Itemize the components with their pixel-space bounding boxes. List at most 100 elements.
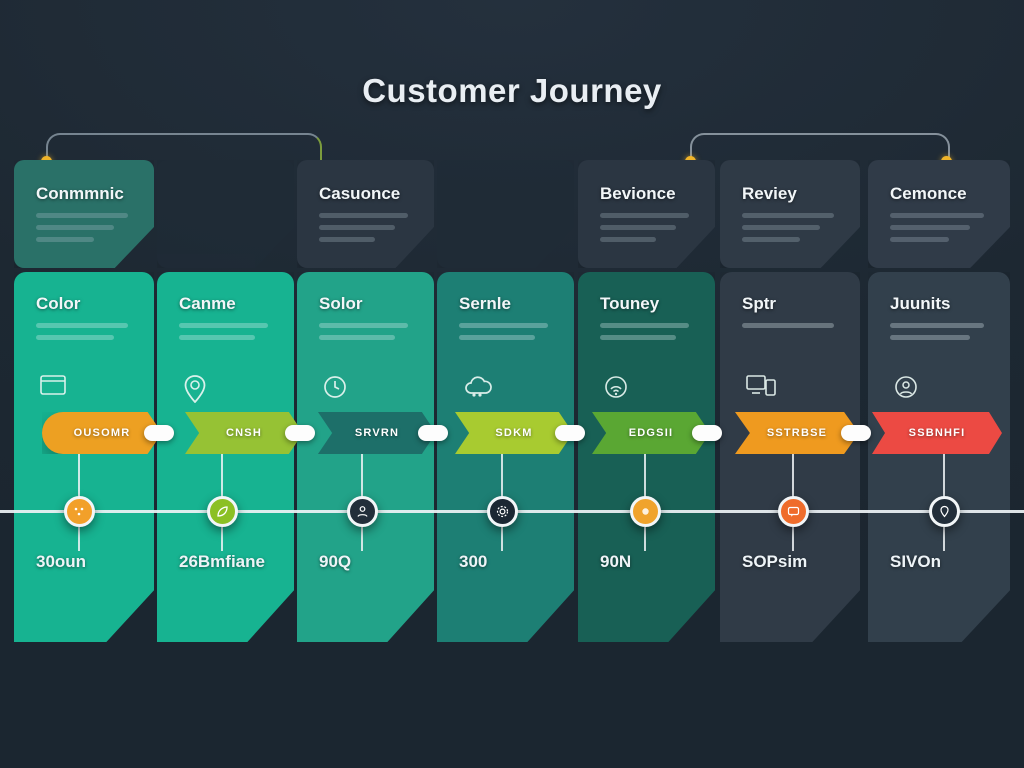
node-stem-lower <box>792 527 794 551</box>
stage-card-main[interactable]: Color <box>14 272 154 642</box>
timeline-node-6[interactable] <box>778 496 809 527</box>
node-stem-lower <box>78 527 80 551</box>
map-pin-icon <box>183 375 207 403</box>
stage-card-main-title: Canme <box>179 294 236 313</box>
node-stem-upper <box>78 454 80 498</box>
stage-card-top[interactable]: Conmmnic <box>14 160 154 268</box>
node-stem-upper <box>221 454 223 498</box>
clock-icon <box>323 375 347 399</box>
stage-card-main[interactable]: Juunits <box>868 272 1010 642</box>
stage-metric-block: 300 <box>437 552 574 581</box>
stage-card-top-title: Conmmnic <box>36 184 124 203</box>
dots-icon <box>73 505 86 518</box>
stage-metric-value: 26Bmfiane <box>179 552 265 571</box>
stage-card-top[interactable]: Cemonce <box>868 160 1010 268</box>
stage-ribbon-label: OUSOMR <box>73 427 131 439</box>
text-line <box>890 225 970 230</box>
node-stem-lower <box>361 527 363 551</box>
node-stem-lower <box>501 527 503 551</box>
text-line <box>319 237 376 242</box>
journey-column-6[interactable]: Reviey Sptr SOPsim <box>720 0 860 768</box>
stage-metric-block: 30oun <box>14 552 154 581</box>
journey-column-4[interactable]: Sernle 300 <box>437 0 574 768</box>
stage-card-main-title: Solor <box>319 294 363 313</box>
infographic-canvas: Customer Journey Conmmnic Color 30oun Canme… <box>0 0 1024 768</box>
stage-metric-value: 90N <box>600 552 632 571</box>
text-line <box>459 323 549 328</box>
ribbon-connector-pill <box>285 425 315 441</box>
stage-ribbon-label: SDKM <box>495 427 533 439</box>
stage-card-main[interactable]: Touney <box>578 272 715 642</box>
ribbon-connector-pill <box>418 425 448 441</box>
chat-icon <box>787 505 800 518</box>
ribbon-connector-pill <box>692 425 722 441</box>
text-line <box>319 323 409 328</box>
stage-card-main-title: Color <box>36 294 81 313</box>
gear-icon <box>496 505 509 518</box>
stage-card-top[interactable]: Casuonce <box>297 160 434 268</box>
journey-column-5[interactable]: Bevionce Touney 90N <box>578 0 715 768</box>
stage-card-main-title: Sptr <box>742 294 776 313</box>
browser-window-icon <box>40 375 66 395</box>
timeline-node-1[interactable] <box>64 496 95 527</box>
stage-metric-block: 26Bmfiane <box>157 552 294 581</box>
text-line <box>890 213 984 218</box>
stage-metric-block: 90Q <box>297 552 434 581</box>
monitor-icon <box>746 375 776 397</box>
location-icon <box>894 375 918 399</box>
stage-metric-value: 90Q <box>319 552 352 571</box>
pin-icon <box>938 505 951 518</box>
journey-column-3[interactable]: Casuonce Solor 90Q <box>297 0 434 768</box>
ribbon-connector-pill <box>841 425 871 441</box>
text-line <box>890 335 970 340</box>
text-line <box>600 335 676 340</box>
stage-metric-block: SOPsim <box>720 552 860 581</box>
text-line <box>319 213 409 218</box>
text-line <box>890 323 984 328</box>
node-stem-lower <box>221 527 223 551</box>
text-line <box>600 237 657 242</box>
stage-card-main[interactable]: Sernle <box>437 272 574 642</box>
cloud-icon <box>463 375 493 397</box>
stage-card-main[interactable]: Solor <box>297 272 434 642</box>
text-line <box>600 323 690 328</box>
journey-column-2[interactable]: Canme 26Bmfiane <box>157 0 294 768</box>
stage-card-main-title: Touney <box>600 294 660 313</box>
node-stem-upper <box>792 454 794 498</box>
stage-card-top-title: Cemonce <box>890 184 967 203</box>
stage-metric-block: SIVOn <box>868 552 1010 581</box>
stage-ribbon-label: SRVRN <box>354 427 400 439</box>
text-line <box>742 213 834 218</box>
stage-card-top-title: Reviey <box>742 184 797 203</box>
user-icon <box>356 505 369 518</box>
journey-column-7[interactable]: Cemonce Juunits SIVOn <box>868 0 1010 768</box>
stage-card-top[interactable] <box>157 160 294 268</box>
node-stem-upper <box>361 454 363 498</box>
timeline-node-7[interactable] <box>929 496 960 527</box>
stage-card-main[interactable]: Canme <box>157 272 294 642</box>
stage-card-main[interactable]: Sptr <box>720 272 860 642</box>
stage-card-top[interactable]: Bevionce <box>578 160 715 268</box>
node-stem-upper <box>943 454 945 498</box>
timeline-node-5[interactable] <box>630 496 661 527</box>
node-stem-upper <box>644 454 646 498</box>
leaf-icon <box>216 505 229 518</box>
timeline-node-2[interactable] <box>207 496 238 527</box>
timeline-node-4[interactable] <box>487 496 518 527</box>
signal-icon <box>604 375 628 399</box>
stage-card-top[interactable]: Reviey <box>720 160 860 268</box>
circle-icon <box>639 505 652 518</box>
text-line <box>179 323 269 328</box>
stage-card-main-title: Sernle <box>459 294 511 313</box>
text-line <box>600 225 676 230</box>
ribbon-connector-pill <box>555 425 585 441</box>
stage-card-top[interactable] <box>437 160 574 268</box>
stage-card-top-title: Bevionce <box>600 184 676 203</box>
text-line <box>890 237 950 242</box>
timeline-node-3[interactable] <box>347 496 378 527</box>
text-line <box>36 323 128 328</box>
journey-column-1[interactable]: Conmmnic Color 30oun <box>14 0 154 768</box>
stage-metric-value: 30oun <box>36 552 87 571</box>
node-stem-upper <box>501 454 503 498</box>
stage-ribbon-7[interactable]: SSBNHFI <box>872 412 1002 454</box>
